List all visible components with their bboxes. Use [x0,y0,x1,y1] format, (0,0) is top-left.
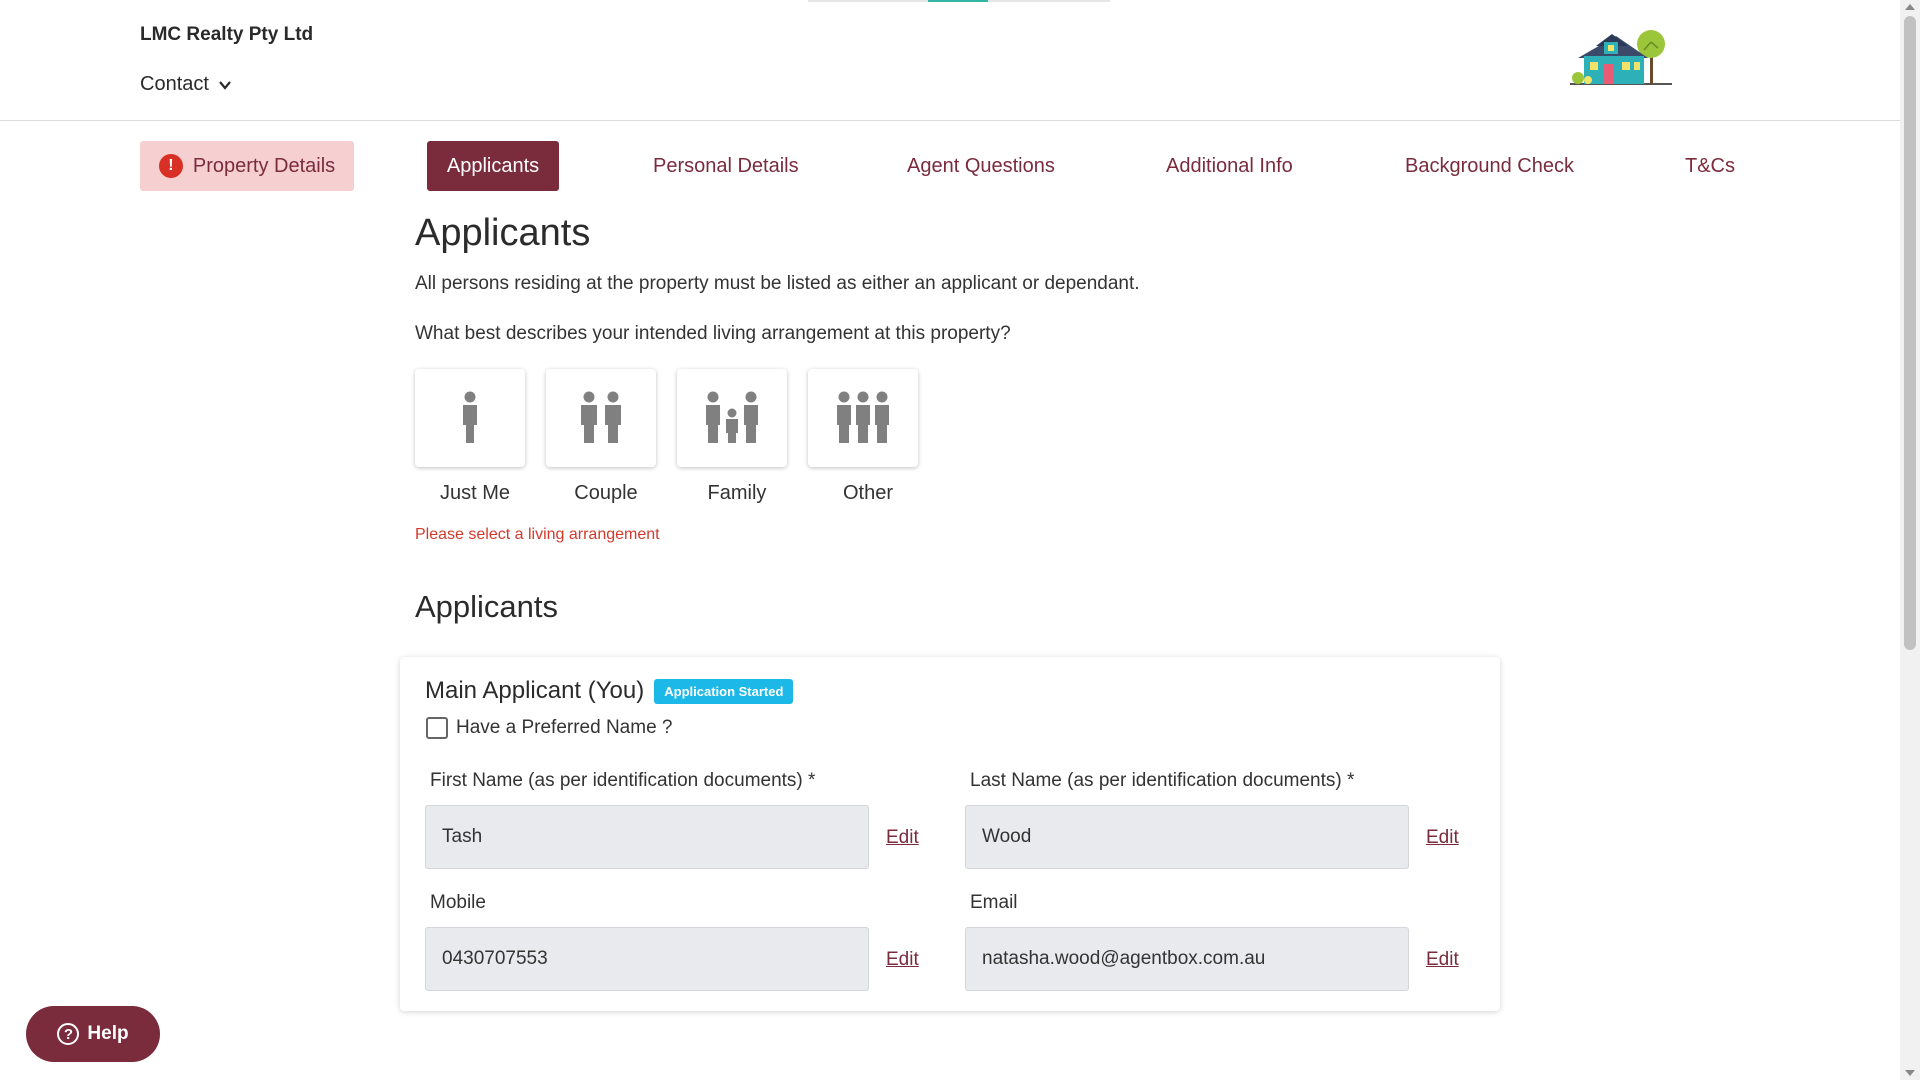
mobile-label: Mobile [430,892,486,913]
person-icon [463,391,477,443]
option-just-me[interactable]: Just Me [415,369,525,505]
page-scrollbar[interactable] [1900,0,1920,1080]
option-label: Just Me [439,482,511,504]
house-logo-icon [1570,30,1672,85]
preferred-name-checkbox[interactable] [426,717,448,739]
group-icon [837,391,889,443]
option-label: Family [707,482,767,504]
option-card[interactable] [546,369,656,467]
preferred-name-label: Have a Preferred Name ? [456,717,673,738]
scroll-down-icon[interactable] [1905,1070,1915,1076]
email-label: Email [970,892,1018,913]
preferred-name-row[interactable]: Have a Preferred Name ? [426,717,673,739]
mobile-field[interactable]: 0430707553 [425,927,869,991]
tab-applicants[interactable]: Applicants [427,141,559,191]
status-badge: Application Started [654,678,794,704]
tab-additional-info[interactable]: Additional Info [1164,141,1295,191]
first-name-field[interactable]: Tash [425,805,869,869]
edit-email-link[interactable]: Edit [1426,949,1459,971]
warning-icon: ! [158,154,183,178]
scroll-up-icon[interactable] [1905,4,1915,10]
tab-label: Additional Info [1166,154,1293,177]
couple-icon [581,391,621,443]
applicant-title: Main Applicant (You) [425,677,645,704]
living-arrangement-error: Please select a living arrangement [415,526,660,543]
tab-label: Background Check [1405,154,1574,177]
page-description: All persons residing at the property mus… [415,273,1140,294]
tab-background-check[interactable]: Background Check [1403,141,1576,191]
contact-label: Contact [140,73,209,95]
main-applicant-card: Main Applicant (You) Application Started… [400,657,1500,1011]
option-card[interactable] [808,369,918,467]
tab-label: Applicants [446,154,540,177]
tab-property-details[interactable]: ! Property Details [140,141,354,191]
tab-label: Property Details [192,154,336,177]
chevron-down-icon [219,80,231,90]
scroll-thumb[interactable] [1904,16,1916,650]
first-name-label: First Name (as per identification docume… [430,770,816,791]
option-label: Couple [574,482,638,504]
progress-strip [808,0,1110,2]
help-button[interactable]: ? Help [26,1006,160,1062]
site-header: LMC Realty Pty Ltd Contact [0,0,1900,121]
option-couple[interactable]: Couple [546,369,656,505]
option-other[interactable]: Other [808,369,918,505]
tab-terms[interactable]: T&Cs [1683,141,1737,191]
option-family[interactable]: Family [677,369,787,505]
edit-last-name-link[interactable]: Edit [1426,827,1459,849]
tab-personal-details[interactable]: Personal Details [651,141,801,191]
edit-mobile-link[interactable]: Edit [886,949,919,971]
applicant-title-row: Main Applicant (You) Application Started [425,677,794,705]
question-icon: ? [57,1023,80,1045]
contact-dropdown[interactable]: Contact [140,73,233,96]
option-card[interactable] [677,369,787,467]
tab-label: Personal Details [653,154,799,177]
applicants-section-title: Applicants [415,589,559,624]
page-title: Applicants [415,212,591,254]
tab-agent-questions[interactable]: Agent Questions [905,141,1057,191]
family-icon [706,391,758,443]
tab-label: T&Cs [1685,154,1735,177]
email-field[interactable]: natasha.wood@agentbox.com.au [965,927,1409,991]
living-arrangement-question: What best describes your intended living… [415,323,1011,344]
edit-first-name-link[interactable]: Edit [886,827,919,849]
option-label: Other [842,482,894,504]
company-name: LMC Realty Pty Ltd [140,24,314,45]
tab-label: Agent Questions [907,154,1055,177]
last-name-label: Last Name (as per identification documen… [970,770,1355,791]
help-label: Help [87,1023,129,1044]
option-card[interactable] [415,369,525,467]
last-name-field[interactable]: Wood [965,805,1409,869]
